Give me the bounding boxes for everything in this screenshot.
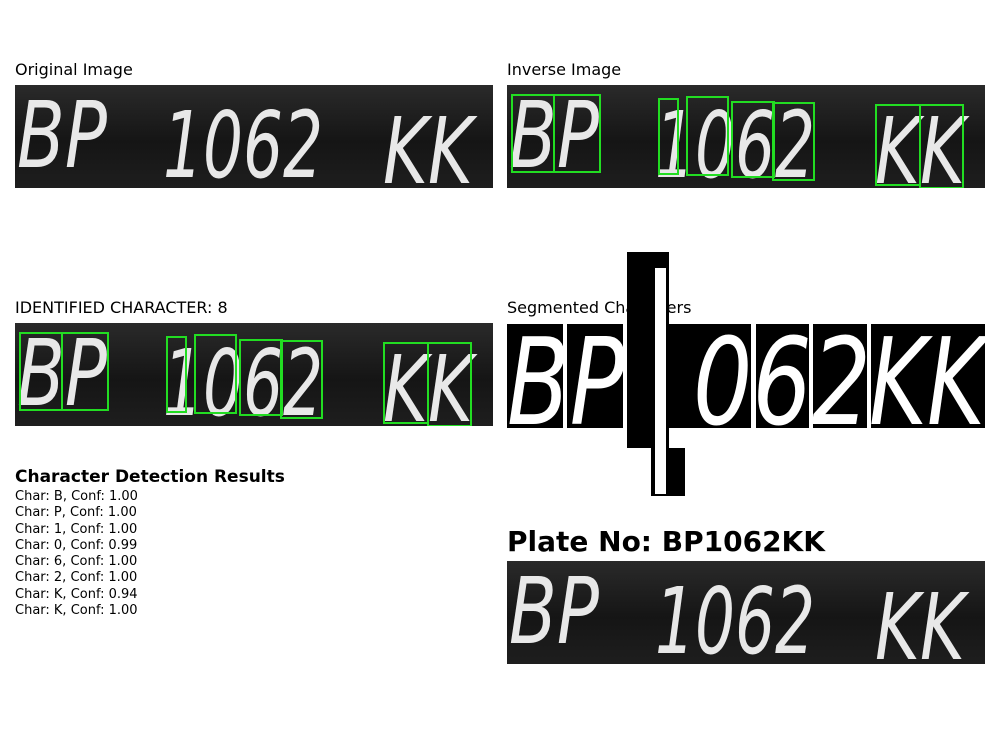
identified-plate-image: BP 1062 KK xyxy=(15,323,493,426)
detection-result-item: Char: 2, Conf: 1.00 xyxy=(15,570,138,586)
plate-text-kk: KK xyxy=(383,336,478,426)
plate-text-bp: BP xyxy=(17,85,107,188)
plate-text-1062: 1062 xyxy=(163,92,323,188)
segment-text-kk: KK xyxy=(869,314,985,453)
detection-result-item: Char: P, Conf: 1.00 xyxy=(15,505,137,521)
plate-number-title: Plate No: BP1062KK xyxy=(507,525,825,558)
plate-text-kk: KK xyxy=(875,98,970,188)
original-plate-image: BP 1062 KK xyxy=(15,85,493,188)
plate-text-kk: KK xyxy=(875,574,970,664)
detection-results-title: Character Detection Results xyxy=(15,467,285,487)
detection-result-item: Char: 0, Conf: 0.99 xyxy=(15,537,138,553)
detection-result-item: Char: B, Conf: 1.00 xyxy=(15,489,138,504)
segmented-characters-image: BP 062 KK xyxy=(507,252,985,498)
final-plate-image: BP 1062 KK xyxy=(507,561,985,664)
plate-text-bp: BP xyxy=(509,561,599,664)
segment-text-bp: BP xyxy=(507,314,625,453)
detection-result-item: Char: K, Conf: 1.00 xyxy=(15,603,138,619)
plate-text-kk: KK xyxy=(383,98,478,188)
segment-text-062: 062 xyxy=(693,314,871,453)
detection-results-list: Char: B, Conf: 1.00 Char: P, Conf: 1.00 … xyxy=(15,489,138,619)
inverse-image-title: Inverse Image xyxy=(507,60,622,79)
detection-result-item: Char: K, Conf: 0.94 xyxy=(15,586,138,602)
segment-char-one xyxy=(655,268,666,494)
inverse-plate-image: BP 1062 KK xyxy=(507,85,985,188)
original-image-title: Original Image xyxy=(15,60,133,79)
detection-result-item: Char: 1, Conf: 1.00 xyxy=(15,521,138,537)
plate-text-1062: 1062 xyxy=(655,568,815,664)
detection-result-item: Char: 6, Conf: 1.00 xyxy=(15,554,138,570)
identified-character-title: IDENTIFIED CHARACTER: 8 xyxy=(15,298,228,317)
